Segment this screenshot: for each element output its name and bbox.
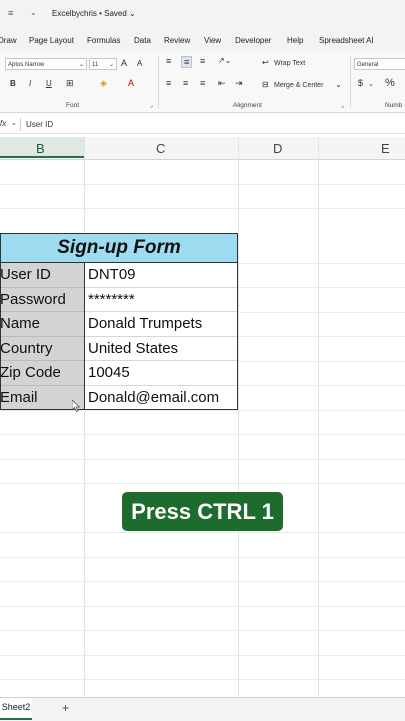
cell-value-password[interactable]: ******** bbox=[84, 287, 238, 312]
customize-icon[interactable]: ⌄ bbox=[30, 8, 37, 17]
align-right-icon[interactable]: ≡ bbox=[200, 78, 205, 88]
chevron-down-icon: ⌄ bbox=[78, 62, 84, 68]
form-divider bbox=[84, 263, 85, 410]
add-sheet-icon[interactable]: + bbox=[62, 701, 69, 715]
align-bottom-icon[interactable]: ≡ bbox=[200, 56, 205, 66]
cell-label-name[interactable]: Name bbox=[0, 312, 84, 337]
tab-developer[interactable]: Developer bbox=[235, 36, 271, 45]
tab-view[interactable]: View bbox=[204, 36, 221, 45]
fx-icon[interactable]: fx bbox=[0, 119, 6, 128]
shrink-font-icon[interactable]: A bbox=[137, 59, 142, 68]
grow-font-icon[interactable]: A bbox=[121, 58, 127, 68]
dialog-launcher-icon[interactable]: ⌟ bbox=[150, 102, 153, 109]
group-number-label: Numb bbox=[385, 102, 403, 109]
chevron-down-icon: ⌄ bbox=[108, 62, 114, 68]
bold-button[interactable]: B bbox=[10, 79, 16, 88]
grid-line bbox=[84, 137, 85, 697]
column-header-e[interactable]: E bbox=[381, 141, 390, 156]
title-bar: ≡ ⌄ Excelbychris • Saved ⌄ bbox=[0, 0, 405, 30]
grid-line bbox=[0, 208, 405, 209]
align-left-icon[interactable]: ≡ bbox=[166, 78, 171, 88]
percent-button[interactable]: % bbox=[385, 77, 395, 89]
tab-review[interactable]: Review bbox=[164, 36, 190, 45]
fill-color-icon[interactable]: ◈ bbox=[100, 78, 107, 89]
sheet-tab-active[interactable]: Sheet2 bbox=[0, 698, 32, 720]
decrease-indent-icon[interactable]: ⇤ bbox=[218, 78, 226, 89]
divider bbox=[350, 56, 351, 108]
group-font-label: Font bbox=[66, 102, 80, 109]
mouse-cursor-icon bbox=[72, 400, 80, 412]
grid-line bbox=[0, 434, 405, 435]
tab-help[interactable]: Help bbox=[287, 36, 303, 45]
chevron-down-icon[interactable]: ⌄ bbox=[335, 80, 342, 89]
wrap-text-icon[interactable]: ↩ bbox=[262, 58, 269, 67]
column-headers: B C D E bbox=[0, 137, 405, 160]
cell-value-country[interactable]: United States bbox=[84, 336, 238, 361]
merge-icon[interactable]: ⊟ bbox=[262, 80, 269, 89]
grid-line bbox=[0, 655, 405, 656]
grid-line bbox=[0, 459, 405, 460]
tab-draw[interactable]: Draw bbox=[0, 36, 17, 45]
shortcut-caption: Press CTRL 1 bbox=[122, 492, 283, 531]
cell-label-password[interactable]: Password bbox=[0, 287, 84, 312]
tab-formulas[interactable]: Formulas bbox=[87, 36, 120, 45]
grid-line bbox=[238, 137, 239, 697]
cell-label-country[interactable]: Country bbox=[0, 336, 84, 361]
formula-bar: fx ⌄ User ID bbox=[0, 116, 405, 134]
tab-page-layout[interactable]: Page Layout bbox=[29, 36, 74, 45]
ribbon: Aptos Narrow ⌄ 11 ⌄ A A B I U ⊞ ◈ A Font ⌟… bbox=[0, 52, 405, 113]
divider bbox=[20, 118, 21, 131]
grid-line bbox=[0, 630, 405, 631]
group-alignment-label: Alignment bbox=[233, 102, 262, 109]
italic-button[interactable]: I bbox=[29, 79, 31, 88]
cell-value-user-id[interactable]: DNT09 bbox=[84, 263, 238, 288]
grid-line bbox=[0, 532, 405, 533]
cell-value-name[interactable]: Donald Trumpets bbox=[84, 312, 238, 337]
quick-access-icon[interactable]: ≡ bbox=[8, 8, 13, 18]
document-title[interactable]: Excelbychris • Saved ⌄ bbox=[52, 9, 136, 18]
formula-input[interactable]: User ID bbox=[26, 120, 53, 129]
sheet-tab-bar: Sheet2 + bbox=[0, 697, 405, 721]
column-header-d[interactable]: D bbox=[273, 141, 282, 156]
tab-spreadsheet-ai[interactable]: Spreadsheet AI bbox=[319, 36, 374, 45]
font-name-dropdown[interactable]: Aptos Narrow ⌄ bbox=[5, 58, 87, 70]
grid-line bbox=[0, 606, 405, 607]
orientation-icon[interactable]: ↗⌄ bbox=[218, 56, 231, 65]
chevron-down-icon[interactable]: ⌄ bbox=[368, 80, 374, 88]
merge-center-button[interactable]: Merge & Center bbox=[274, 82, 323, 89]
grid-line bbox=[0, 184, 405, 185]
grid-line bbox=[318, 137, 319, 697]
grid-line bbox=[0, 581, 405, 582]
cell-label-zip-code[interactable]: Zip Code bbox=[0, 361, 84, 386]
wrap-text-button[interactable]: Wrap Text bbox=[274, 60, 305, 67]
chevron-down-icon[interactable]: ⌄ bbox=[11, 119, 17, 127]
column-header-b[interactable]: B bbox=[36, 141, 45, 156]
grid-line bbox=[0, 679, 405, 680]
grid-line bbox=[0, 557, 405, 558]
number-format-dropdown[interactable]: General bbox=[354, 58, 405, 70]
currency-button[interactable]: $ bbox=[358, 78, 363, 88]
grid-line bbox=[0, 483, 405, 484]
column-header-c[interactable]: C bbox=[156, 141, 165, 156]
form-title-cell[interactable]: Sign-up Form bbox=[0, 233, 238, 263]
align-center-icon[interactable]: ≡ bbox=[183, 78, 188, 88]
grid-line bbox=[0, 410, 405, 411]
cell-value-zip-code[interactable]: 10045 bbox=[84, 361, 238, 386]
cell-value-email[interactable]: Donald@email.com bbox=[84, 385, 238, 410]
font-color-icon[interactable]: A bbox=[128, 78, 134, 88]
divider bbox=[158, 56, 159, 108]
underline-button[interactable]: U bbox=[46, 79, 52, 88]
menu-bar: Draw Page Layout Formulas Data Review Vi… bbox=[0, 30, 405, 52]
increase-indent-icon[interactable]: ⇥ bbox=[235, 78, 243, 89]
align-top-icon[interactable]: ≡ bbox=[166, 56, 171, 66]
borders-icon[interactable]: ⊞ bbox=[66, 78, 74, 89]
font-size-dropdown[interactable]: 11 ⌄ bbox=[89, 58, 117, 70]
dialog-launcher-icon[interactable]: ⌟ bbox=[341, 102, 344, 109]
cell-label-user-id[interactable]: User ID bbox=[0, 263, 84, 288]
tab-data[interactable]: Data bbox=[134, 36, 151, 45]
align-middle-icon[interactable]: ≡ bbox=[181, 56, 193, 68]
